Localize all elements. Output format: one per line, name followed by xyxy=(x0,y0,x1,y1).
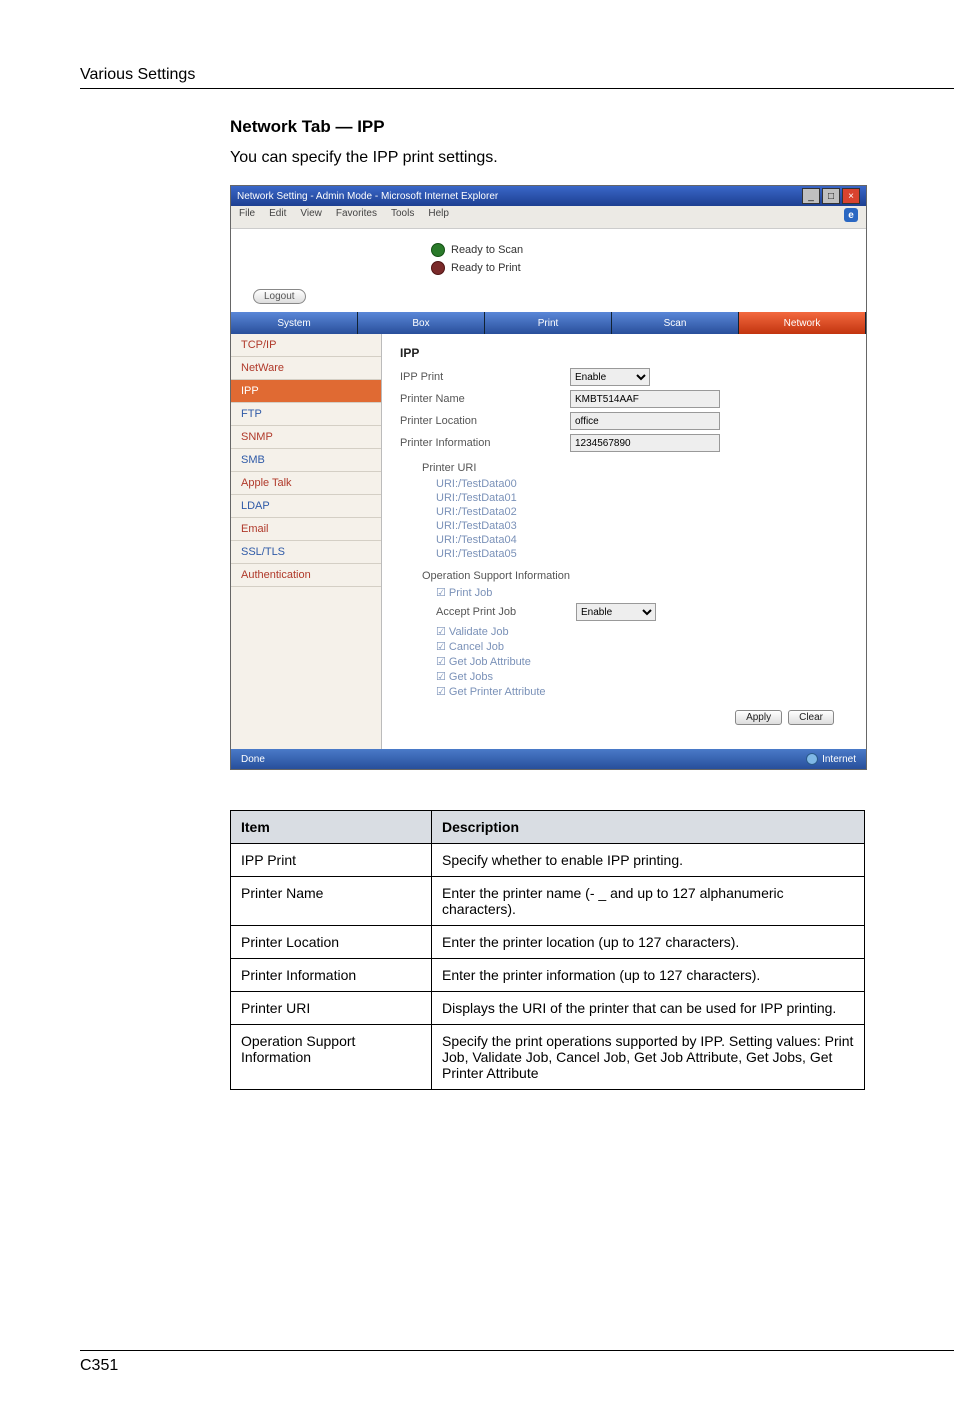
sidebar-item-appletalk[interactable]: Apple Talk xyxy=(231,472,381,495)
printer-name-input[interactable] xyxy=(570,390,720,408)
op-cancel-job: ☑ Cancel Job xyxy=(400,640,848,653)
sidebar-item-authentication[interactable]: Authentication xyxy=(231,564,381,587)
printer-information-label: Printer Information xyxy=(400,437,570,449)
table-row-desc: Enter the printer name (- _ and up to 12… xyxy=(432,877,865,926)
uri-item: URI:/TestData04 xyxy=(400,534,848,546)
menu-view[interactable]: View xyxy=(300,208,322,226)
menu-edit[interactable]: Edit xyxy=(269,208,286,226)
minimize-icon[interactable]: _ xyxy=(802,188,820,204)
printer-information-input[interactable] xyxy=(570,434,720,452)
form-panel: IPP IPP Print Enable Printer Name Printe… xyxy=(382,334,866,749)
sidebar-item-ftp[interactable]: FTP xyxy=(231,403,381,426)
sidebar-item-ldap[interactable]: LDAP xyxy=(231,495,381,518)
table-row-desc: Displays the URI of the printer that can… xyxy=(432,992,865,1025)
sidebar-item-email[interactable]: Email xyxy=(231,518,381,541)
window-title: Network Setting - Admin Mode - Microsoft… xyxy=(237,191,498,202)
screenshot: Network Setting - Admin Mode - Microsoft… xyxy=(230,185,867,770)
uri-item: URI:/TestData02 xyxy=(400,506,848,518)
table-row-item: Operation Support Information xyxy=(231,1025,432,1090)
table-row-desc: Enter the printer information (up to 127… xyxy=(432,959,865,992)
logout-button[interactable]: Logout xyxy=(253,289,306,304)
window-titlebar: Network Setting - Admin Mode - Microsoft… xyxy=(231,186,866,206)
sidebar-item-snmp[interactable]: SNMP xyxy=(231,426,381,449)
op-validate-job: ☑ Validate Job xyxy=(400,625,848,638)
ie-logo-icon: e xyxy=(844,208,858,222)
table-row-item: IPP Print xyxy=(231,844,432,877)
sidebar-item-tcpip[interactable]: TCP/IP xyxy=(231,334,381,357)
form-heading: IPP xyxy=(400,346,848,360)
print-lamp-icon xyxy=(431,261,445,275)
section-lead: You can specify the IPP print settings. xyxy=(230,149,954,167)
table-row-item: Printer Name xyxy=(231,877,432,926)
footer-model: C351 xyxy=(80,1357,118,1375)
menu-help[interactable]: Help xyxy=(428,208,449,226)
status-scan: Ready to Scan xyxy=(451,244,523,256)
menu-favorites[interactable]: Favorites xyxy=(336,208,377,226)
tab-network[interactable]: Network xyxy=(739,312,866,334)
table-row-desc: Enter the printer location (up to 127 ch… xyxy=(432,926,865,959)
printer-location-label: Printer Location xyxy=(400,415,570,427)
status-done: Done xyxy=(241,754,265,765)
tab-system[interactable]: System xyxy=(231,312,358,334)
col-description: Description xyxy=(432,811,865,844)
running-head-title: Various Settings xyxy=(80,66,195,84)
sidebar-item-smb[interactable]: SMB xyxy=(231,449,381,472)
browser-statusbar: Done Internet xyxy=(231,749,866,769)
ipp-print-select[interactable]: Enable xyxy=(570,368,650,386)
tab-print[interactable]: Print xyxy=(485,312,612,334)
clear-button[interactable]: Clear xyxy=(788,710,834,725)
op-get-job-attribute: ☑ Get Job Attribute xyxy=(400,655,848,668)
section-heading: Network Tab — IPP xyxy=(230,117,954,137)
menu-file[interactable]: File xyxy=(239,208,255,226)
close-icon[interactable]: × xyxy=(842,188,860,204)
scan-lamp-icon xyxy=(431,243,445,257)
op-accept-print-job: Accept Print Job xyxy=(436,606,576,618)
status-zone: Internet xyxy=(822,754,856,765)
maximize-icon[interactable]: □ xyxy=(822,188,840,204)
tab-box[interactable]: Box xyxy=(358,312,485,334)
sidebar-item-netware[interactable]: NetWare xyxy=(231,357,381,380)
status-print: Ready to Print xyxy=(451,262,521,274)
globe-icon xyxy=(806,753,818,765)
op-get-jobs: ☑ Get Jobs xyxy=(400,670,848,683)
printer-name-label: Printer Name xyxy=(400,393,570,405)
uri-item: URI:/TestData00 xyxy=(400,478,848,490)
tab-strip: System Box Print Scan Network xyxy=(231,312,866,334)
uri-item: URI:/TestData05 xyxy=(400,548,848,560)
menu-tools[interactable]: Tools xyxy=(391,208,414,226)
printer-location-input[interactable] xyxy=(570,412,720,430)
printer-uri-label: Printer URI xyxy=(400,462,848,474)
table-row-desc: Specify the print operations supported b… xyxy=(432,1025,865,1090)
sidebar-item-ssltls[interactable]: SSL/TLS xyxy=(231,541,381,564)
apply-button[interactable]: Apply xyxy=(735,710,782,725)
uri-item: URI:/TestData01 xyxy=(400,492,848,504)
table-row-item: Printer Location xyxy=(231,926,432,959)
col-item: Item xyxy=(231,811,432,844)
sidebar-item-ipp[interactable]: IPP xyxy=(231,380,381,403)
sidebar: TCP/IP NetWare IPP FTP SNMP SMB Apple Ta… xyxy=(231,334,382,749)
table-row-desc: Specify whether to enable IPP printing. xyxy=(432,844,865,877)
table-row-item: Printer URI xyxy=(231,992,432,1025)
operation-support-label: Operation Support Information xyxy=(400,570,848,582)
op-get-printer-attribute: ☑ Get Printer Attribute xyxy=(400,685,848,698)
description-table: Item Description IPP PrintSpecify whethe… xyxy=(230,810,865,1090)
op-print-job: ☑ Print Job xyxy=(400,586,848,599)
ipp-print-label: IPP Print xyxy=(400,371,570,383)
tab-scan[interactable]: Scan xyxy=(612,312,739,334)
uri-item: URI:/TestData03 xyxy=(400,520,848,532)
accept-print-job-select[interactable]: Enable xyxy=(576,603,656,621)
table-row-item: Printer Information xyxy=(231,959,432,992)
menu-bar: File Edit View Favorites Tools Help e xyxy=(231,206,866,229)
